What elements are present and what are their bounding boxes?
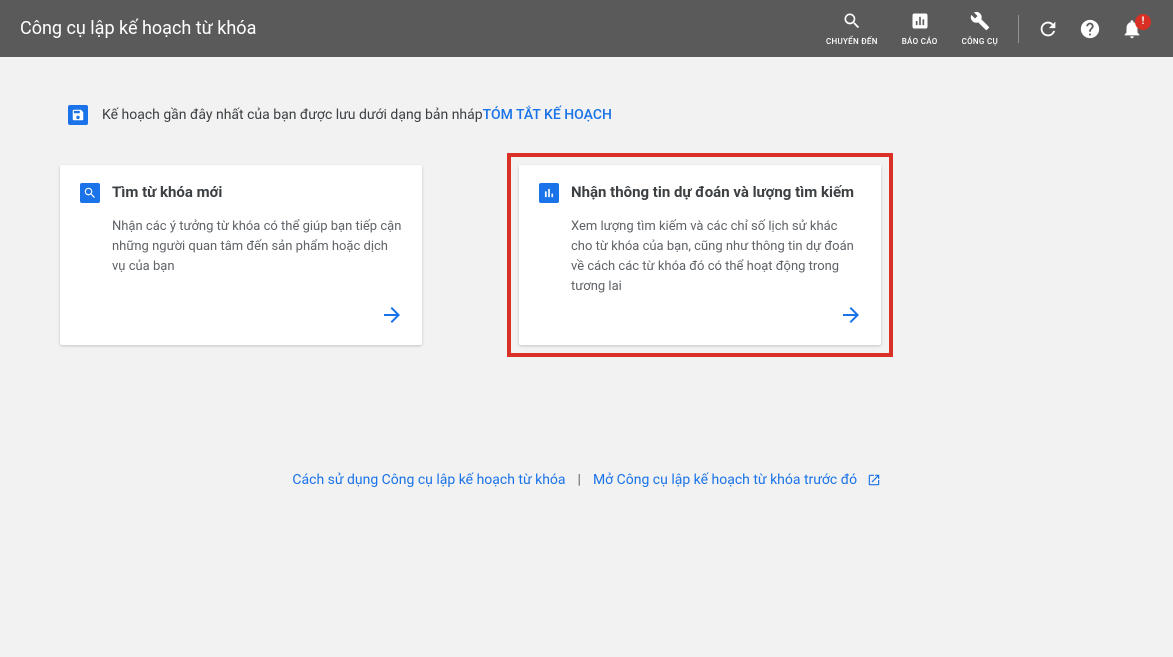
card-header: Tìm từ khóa mới bbox=[80, 183, 402, 203]
chart-icon bbox=[539, 183, 559, 203]
notification-badge: ! bbox=[1135, 14, 1151, 30]
header-actions: CHUYỂN ĐẾN BÁO CÁO CÔNG CỤ ! bbox=[814, 11, 1153, 46]
reports-label: BÁO CÁO bbox=[902, 37, 938, 46]
find-keywords-card[interactable]: Tìm từ khóa mới Nhận các ý tưởng từ khóa… bbox=[60, 165, 422, 345]
wrench-icon bbox=[970, 11, 990, 35]
notifications-button[interactable]: ! bbox=[1111, 18, 1153, 40]
card-title: Tìm từ khóa mới bbox=[112, 183, 222, 201]
how-to-link[interactable]: Cách sử dụng Công cụ lập kế hoạch từ khó… bbox=[292, 472, 565, 488]
help-icon bbox=[1079, 18, 1101, 40]
main-content: Kế hoạch gần đây nhất của bạn được lưu d… bbox=[0, 57, 1173, 488]
refresh-button[interactable] bbox=[1027, 18, 1069, 40]
tools-label: CÔNG CỤ bbox=[962, 37, 998, 46]
save-icon bbox=[68, 105, 88, 125]
bar-chart-icon bbox=[910, 11, 930, 35]
search-icon bbox=[842, 11, 862, 35]
refresh-icon bbox=[1037, 18, 1059, 40]
arrow-right-icon bbox=[839, 303, 863, 331]
footer-links: Cách sử dụng Công cụ lập kế hoạch từ khó… bbox=[60, 472, 1113, 488]
magnify-icon bbox=[80, 183, 100, 203]
help-button[interactable] bbox=[1069, 18, 1111, 40]
card-title: Nhận thông tin dự đoán và lượng tìm kiếm bbox=[571, 183, 854, 201]
open-previous-label: Mở Công cụ lập kế hoạch từ khóa trước đó bbox=[593, 472, 857, 488]
separator: | bbox=[578, 472, 581, 488]
cards-container: Tìm từ khóa mới Nhận các ý tưởng từ khóa… bbox=[60, 165, 1113, 357]
card-description: Xem lượng tìm kiếm và các chỉ số lịch sử… bbox=[571, 217, 861, 327]
page-title: Công cụ lập kế hoạch từ khóa bbox=[20, 18, 256, 39]
app-header: Công cụ lập kế hoạch từ khóa CHUYỂN ĐẾN … bbox=[0, 0, 1173, 57]
card-header: Nhận thông tin dự đoán và lượng tìm kiếm bbox=[539, 183, 861, 203]
card-description: Nhận các ý tưởng từ khóa có thể giúp bạn… bbox=[112, 217, 402, 327]
plan-summary-link[interactable]: TÓM TẮT KẾ HOẠCH bbox=[483, 107, 612, 123]
tools-button[interactable]: CÔNG CỤ bbox=[950, 11, 1010, 46]
goto-label: CHUYỂN ĐẾN bbox=[826, 37, 878, 46]
recent-plan-banner: Kế hoạch gần đây nhất của bạn được lưu d… bbox=[68, 105, 1113, 125]
arrow-right-icon bbox=[380, 303, 404, 331]
divider bbox=[1018, 15, 1019, 43]
forecast-card[interactable]: Nhận thông tin dự đoán và lượng tìm kiếm… bbox=[519, 165, 881, 345]
open-previous-link[interactable]: Mở Công cụ lập kế hoạch từ khóa trước đó bbox=[593, 472, 881, 488]
goto-button[interactable]: CHUYỂN ĐẾN bbox=[814, 11, 890, 46]
external-link-icon bbox=[867, 473, 881, 487]
highlighted-frame: Nhận thông tin dự đoán và lượng tìm kiếm… bbox=[507, 153, 893, 357]
recent-plan-text: Kế hoạch gần đây nhất của bạn được lưu d… bbox=[102, 107, 483, 123]
reports-button[interactable]: BÁO CÁO bbox=[890, 11, 950, 46]
